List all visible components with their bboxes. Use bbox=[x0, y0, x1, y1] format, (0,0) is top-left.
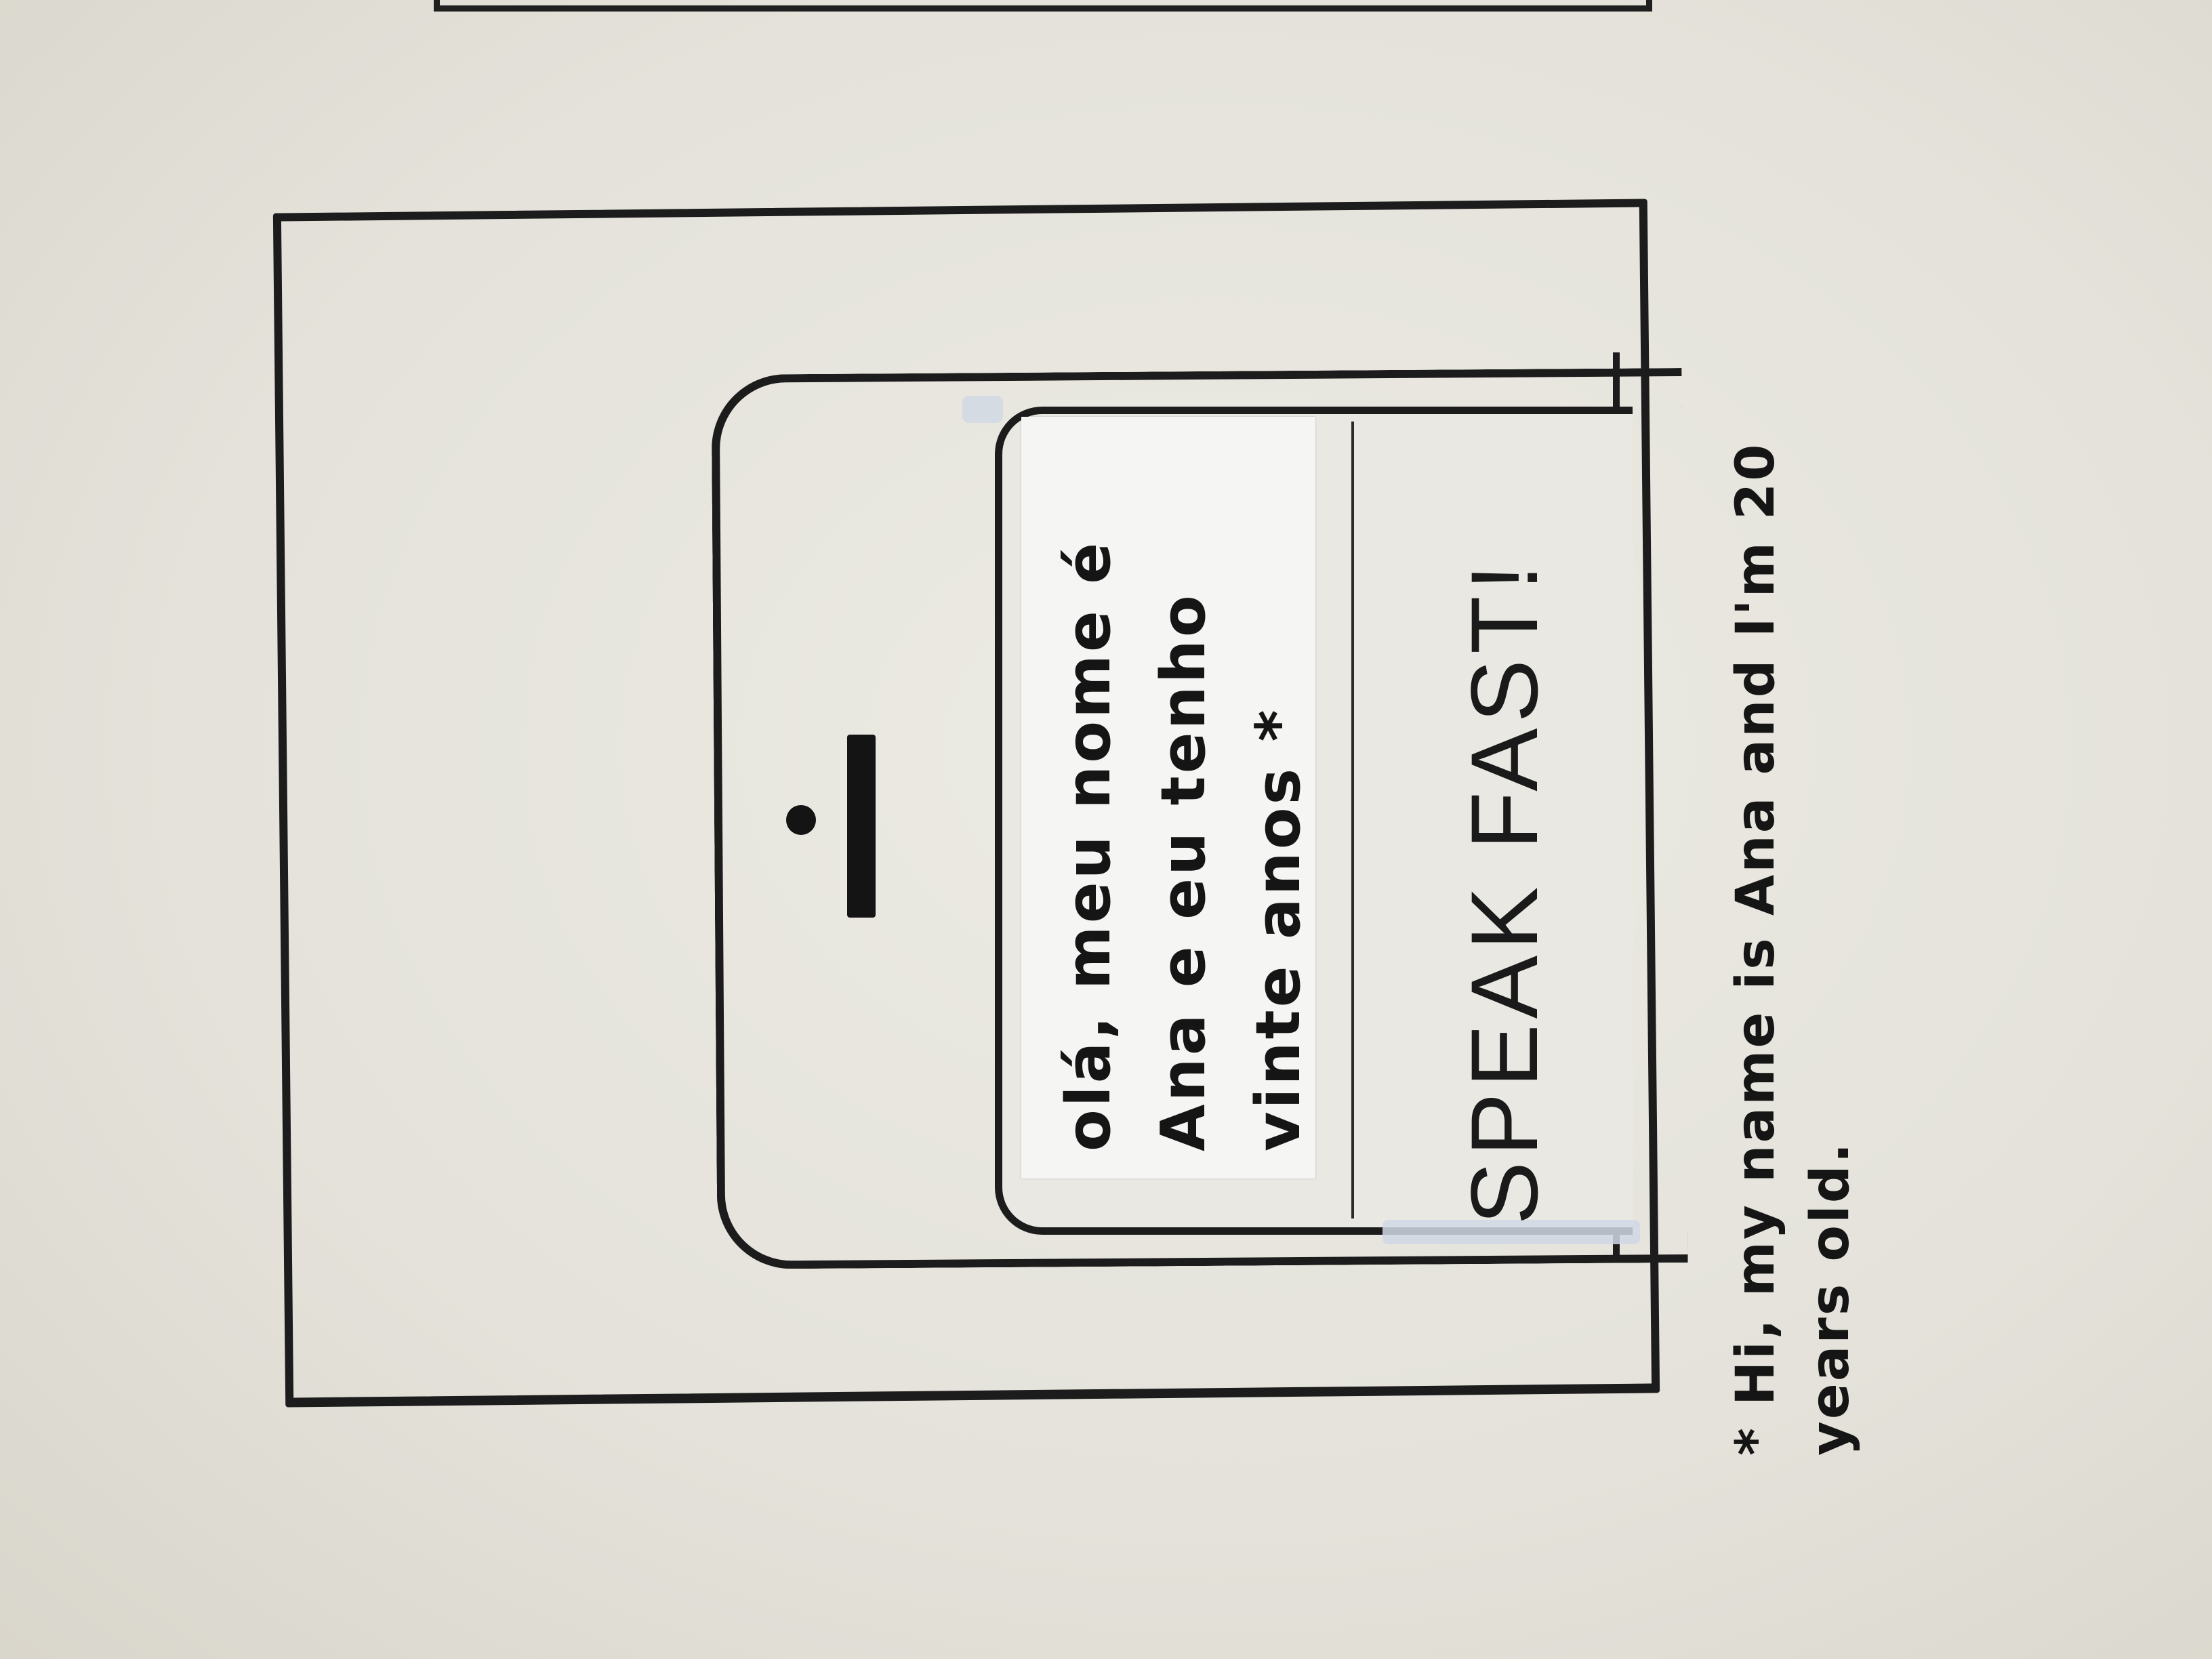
tape-corner bbox=[962, 396, 1003, 423]
translation-bubble: olá, meu nome é Ana e eu tenho vinte ano… bbox=[1021, 417, 1315, 1179]
previous-frame-edge bbox=[434, 0, 1652, 12]
speak-fast-prompt[interactable]: SPEAK FAST! bbox=[1450, 506, 1559, 1278]
camera-icon bbox=[786, 805, 816, 835]
speaker-icon bbox=[847, 735, 876, 918]
translation-footnote: * Hi, my name is Ana and I'm 20 years ol… bbox=[1725, 442, 1861, 1456]
screen-divider bbox=[1351, 422, 1354, 1218]
